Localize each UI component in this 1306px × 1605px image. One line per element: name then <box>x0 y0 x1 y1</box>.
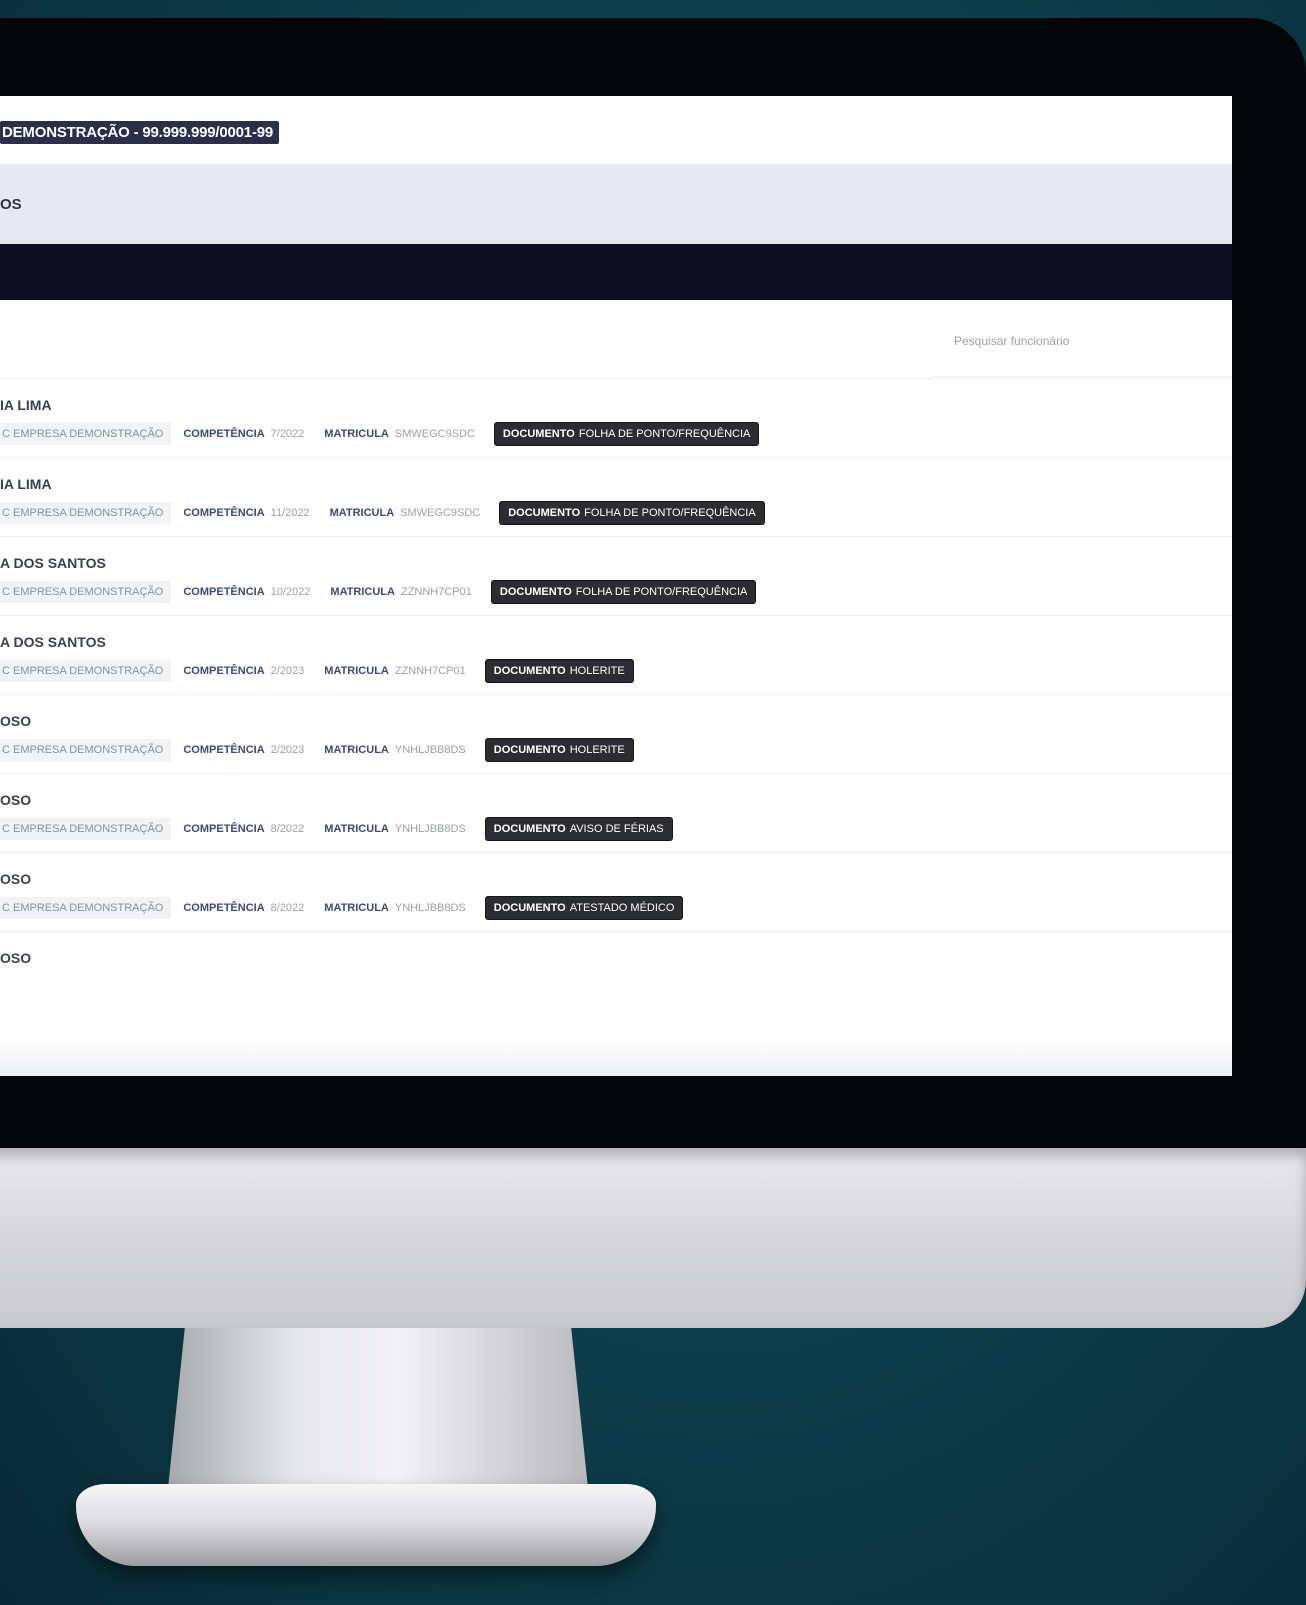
document-value: AVISO DE FÉRIAS <box>569 823 664 835</box>
company-chip: C EMPRESA DEMONSTRAÇÃO <box>0 739 172 761</box>
list-item[interactable]: OSO C EMPRESA DEMONSTRAÇÃO COMPETÊNCIA 8… <box>0 852 1232 931</box>
employee-name: OSO <box>0 792 32 808</box>
row-meta: C EMPRESA DEMONSTRAÇÃO COMPETÊNCIA 10/20… <box>0 581 756 603</box>
document-value: ATESTADO MÉDICO <box>569 902 675 914</box>
matricula-label: MATRICULA <box>324 902 389 914</box>
document-badge[interactable]: DOCUMENTO HOLERITE <box>485 739 633 761</box>
search-placeholder: Pesquisar funcionário <box>954 334 1070 348</box>
matricula-value: SMWEGC9SDC <box>400 507 481 519</box>
competencia-label: COMPETÊNCIA <box>183 428 265 440</box>
monitor-chin <box>0 1148 1306 1328</box>
list-item[interactable]: OSO <box>0 931 1232 1010</box>
document-value: HOLERITE <box>569 665 625 677</box>
competencia-value: 8/2022 <box>270 823 305 835</box>
row-meta: C EMPRESA DEMONSTRAÇÃO COMPETÊNCIA 2/202… <box>0 739 633 761</box>
employee-name: OSO <box>0 871 32 887</box>
document-value: HOLERITE <box>569 744 625 756</box>
competencia-value: 2/2023 <box>270 665 305 677</box>
matricula-label: MATRICULA <box>330 586 395 598</box>
document-badge[interactable]: DOCUMENTO ATESTADO MÉDICO <box>485 897 683 919</box>
employee-name: A DOS SANTOS <box>0 555 106 571</box>
list-item[interactable]: IA LIMA C EMPRESA DEMONSTRAÇÃO COMPETÊNC… <box>0 378 1232 457</box>
list-item[interactable]: IA LIMA C EMPRESA DEMONSTRAÇÃO COMPETÊNC… <box>0 457 1232 536</box>
list-item[interactable]: A DOS SANTOS C EMPRESA DEMONSTRAÇÃO COMP… <box>0 536 1232 615</box>
document-badge[interactable]: DOCUMENTO FOLHA DE PONTO/FREQUÊNCIA <box>500 502 764 524</box>
screen-bottom-edge <box>0 1036 1232 1076</box>
top-bar: DEMONSTRAÇÃO - 99.999.999/0001-99 <box>0 96 1232 164</box>
document-label: DOCUMENTO <box>493 823 566 835</box>
company-chip: C EMPRESA DEMONSTRAÇÃO <box>0 581 172 603</box>
document-badge[interactable]: DOCUMENTO HOLERITE <box>485 660 633 682</box>
company-chip: C EMPRESA DEMONSTRAÇÃO <box>0 502 172 524</box>
row-meta: C EMPRESA DEMONSTRAÇÃO COMPETÊNCIA 2/202… <box>0 660 633 682</box>
matricula-value: SMWEGC9SDC <box>394 428 475 440</box>
search-input[interactable]: Pesquisar funcionário <box>932 316 1232 377</box>
competencia-value: 11/2022 <box>270 507 310 519</box>
employee-name: IA LIMA <box>0 476 52 492</box>
competencia-label: COMPETÊNCIA <box>183 823 265 835</box>
document-label: DOCUMENTO <box>499 586 572 598</box>
nav-bar <box>0 244 1232 300</box>
document-value: FOLHA DE PONTO/FREQUÊNCIA <box>578 428 751 440</box>
matricula-label: MATRICULA <box>324 823 389 835</box>
document-label: DOCUMENTO <box>493 902 566 914</box>
matricula-value: YNHLJBB8DS <box>394 744 466 756</box>
competencia-label: COMPETÊNCIA <box>183 665 265 677</box>
competencia-value: 7/2022 <box>270 428 305 440</box>
rows: IA LIMA C EMPRESA DEMONSTRAÇÃO COMPETÊNC… <box>0 378 1232 1010</box>
page-header: OS <box>0 164 1232 244</box>
competencia-label: COMPETÊNCIA <box>183 744 265 756</box>
matricula-value: ZZNNH7CP01 <box>400 586 472 598</box>
list-item[interactable]: OSO C EMPRESA DEMONSTRAÇÃO COMPETÊNCIA 2… <box>0 694 1232 773</box>
page-title: OS <box>0 196 22 213</box>
matricula-label: MATRICULA <box>324 744 389 756</box>
document-value: FOLHA DE PONTO/FREQUÊNCIA <box>575 586 748 598</box>
competencia-label: COMPETÊNCIA <box>183 902 265 914</box>
matricula-value: YNHLJBB8DS <box>394 902 466 914</box>
company-chip: C EMPRESA DEMONSTRAÇÃO <box>0 818 172 840</box>
competencia-value: 2/2023 <box>270 744 305 756</box>
monitor-stand-neck <box>168 1328 588 1488</box>
row-meta: C EMPRESA DEMONSTRAÇÃO COMPETÊNCIA 7/202… <box>0 423 759 445</box>
company-badge[interactable]: DEMONSTRAÇÃO - 99.999.999/0001-99 <box>0 121 280 144</box>
competencia-value: 8/2022 <box>270 902 305 914</box>
employee-name: OSO <box>0 950 32 966</box>
competencia-label: COMPETÊNCIA <box>183 507 265 519</box>
company-chip: C EMPRESA DEMONSTRAÇÃO <box>0 660 172 682</box>
document-badge[interactable]: DOCUMENTO AVISO DE FÉRIAS <box>485 818 672 840</box>
document-label: DOCUMENTO <box>502 428 575 440</box>
list-item[interactable]: OSO C EMPRESA DEMONSTRAÇÃO COMPETÊNCIA 8… <box>0 773 1232 852</box>
screen: DEMONSTRAÇÃO - 99.999.999/0001-99 OS Pes… <box>0 96 1232 1076</box>
matricula-value: YNHLJBB8DS <box>394 823 466 835</box>
document-label: DOCUMENTO <box>493 665 566 677</box>
employee-name: A DOS SANTOS <box>0 634 106 650</box>
document-label: DOCUMENTO <box>508 507 581 519</box>
document-label: DOCUMENTO <box>493 744 566 756</box>
employee-name: OSO <box>0 713 32 729</box>
document-value: FOLHA DE PONTO/FREQUÊNCIA <box>584 507 756 519</box>
company-chip: C EMPRESA DEMONSTRAÇÃO <box>0 897 172 919</box>
matricula-label: MATRICULA <box>324 665 389 677</box>
document-badge[interactable]: DOCUMENTO FOLHA DE PONTO/FREQUÊNCIA <box>494 423 759 445</box>
matricula-label: MATRICULA <box>324 428 389 440</box>
matricula-label: MATRICULA <box>329 507 395 519</box>
competencia-value: 10/2022 <box>270 586 311 598</box>
company-chip: C EMPRESA DEMONSTRAÇÃO <box>0 423 172 445</box>
matricula-value: ZZNNH7CP01 <box>394 665 466 677</box>
employee-name: IA LIMA <box>0 397 52 413</box>
list-item[interactable]: A DOS SANTOS C EMPRESA DEMONSTRAÇÃO COMP… <box>0 615 1232 694</box>
row-meta: C EMPRESA DEMONSTRAÇÃO COMPETÊNCIA 11/20… <box>0 502 764 524</box>
document-badge[interactable]: DOCUMENTO FOLHA DE PONTO/FREQUÊNCIA <box>491 581 756 603</box>
row-meta: C EMPRESA DEMONSTRAÇÃO COMPETÊNCIA 8/202… <box>0 897 683 919</box>
competencia-label: COMPETÊNCIA <box>183 586 265 598</box>
monitor-stand-base <box>76 1484 656 1566</box>
row-meta: C EMPRESA DEMONSTRAÇÃO COMPETÊNCIA 8/202… <box>0 818 672 840</box>
